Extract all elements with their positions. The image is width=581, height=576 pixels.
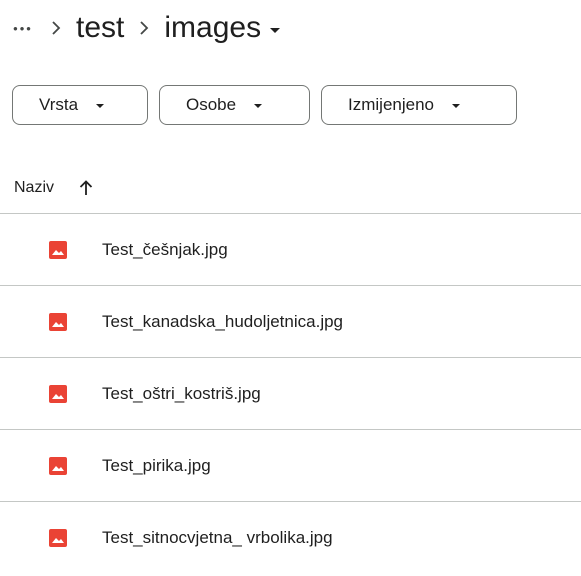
caret-down-icon <box>96 104 105 108</box>
filter-people-button[interactable]: Osobe <box>159 85 310 125</box>
sort-arrow-up-icon[interactable] <box>72 174 100 202</box>
breadcrumb-current-folder-button[interactable]: images <box>164 8 281 48</box>
list-header: Naziv <box>0 163 581 214</box>
file-row[interactable]: Test_češnjak.jpg <box>0 214 581 286</box>
caret-down-icon <box>270 27 281 33</box>
filter-chips: Vrsta Osobe Izmijenjeno <box>12 85 517 125</box>
image-file-icon <box>48 312 68 332</box>
file-row[interactable]: Test_sitnocvjetna_ vrbolika.jpg <box>0 502 581 574</box>
chevron-right-icon <box>36 8 76 48</box>
file-name: Test_oštri_kostriš.jpg <box>102 383 261 403</box>
file-name: Test_kanadska_hudoljetnica.jpg <box>102 311 344 331</box>
file-row[interactable]: Test_oštri_kostriš.jpg <box>0 358 581 430</box>
breadcrumb-item-label: test <box>76 11 125 44</box>
filter-type-button[interactable]: Vrsta <box>12 85 148 125</box>
file-row[interactable]: Test_kanadska_hudoljetnica.jpg <box>0 286 581 358</box>
image-file-icon <box>48 528 68 548</box>
caret-down-icon <box>452 104 460 108</box>
file-list: Test_češnjak.jpg Test_kanadska_hudoljetn… <box>0 214 581 574</box>
drive-file-browser: ••• test images Vrsta Osobe Izmijenjeno <box>0 0 581 576</box>
image-file-icon <box>48 384 68 404</box>
breadcrumb: ••• test images <box>10 8 281 48</box>
breadcrumb-item-test[interactable]: test <box>76 8 124 48</box>
image-file-icon <box>48 240 68 260</box>
file-name: Test_pirika.jpg <box>102 455 211 475</box>
image-file-icon <box>48 456 68 476</box>
file-name: Test_sitnocvjetna_ vrbolika.jpg <box>102 528 333 547</box>
caret-down-icon <box>254 104 263 108</box>
breadcrumb-item-label: images <box>164 11 262 44</box>
filter-label: Osobe <box>186 95 237 114</box>
column-header-name[interactable]: Naziv <box>14 179 54 197</box>
filter-modified-button[interactable]: Izmijenjeno <box>321 85 517 125</box>
more-horizontal-icon: ••• <box>13 20 33 36</box>
filter-label: Izmijenjeno <box>348 95 434 114</box>
file-row[interactable]: Test_pirika.jpg <box>0 430 581 502</box>
breadcrumb-more-button[interactable]: ••• <box>10 8 36 48</box>
chevron-right-icon <box>124 8 164 48</box>
filter-label: Vrsta <box>39 95 79 114</box>
file-name: Test_češnjak.jpg <box>102 239 228 259</box>
